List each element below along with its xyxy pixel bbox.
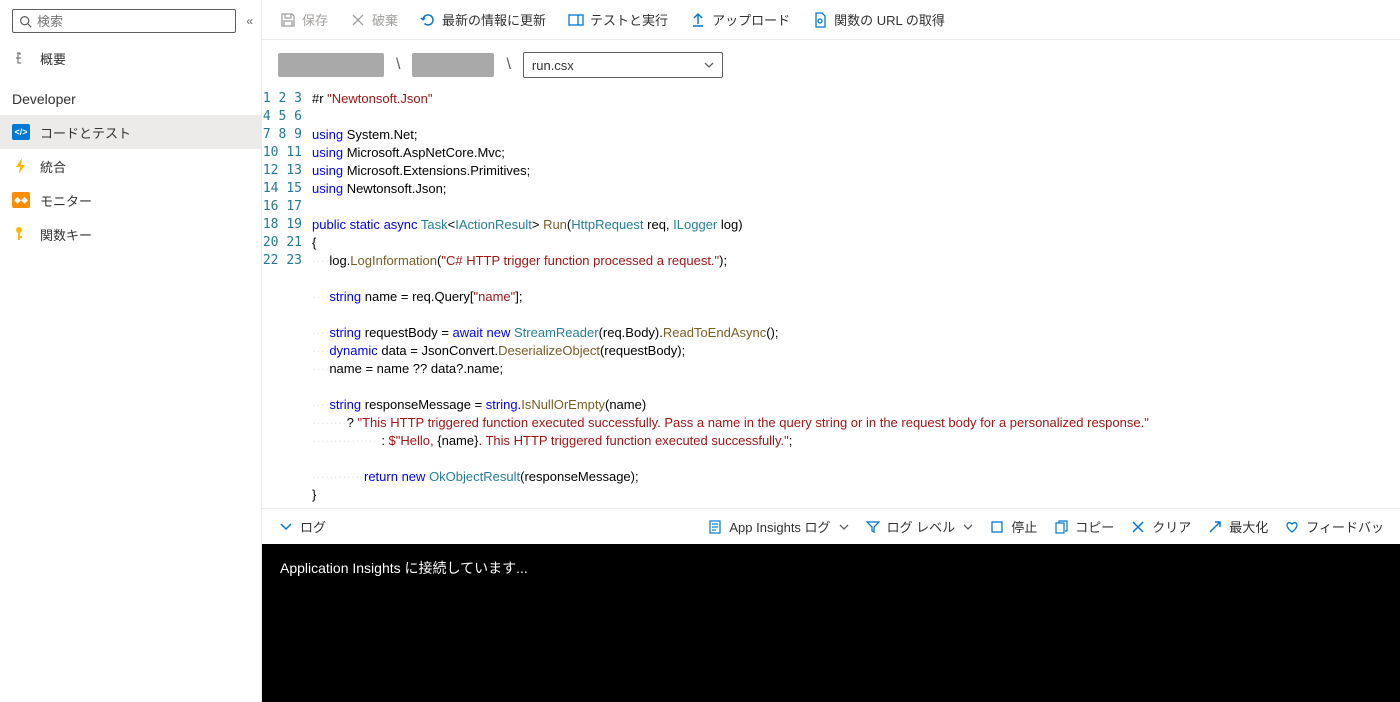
app-insights-log-dropdown[interactable]: App Insights ログ: [701, 513, 854, 540]
toolbar-label: アップロード: [712, 10, 790, 29]
search-box[interactable]: [12, 9, 236, 33]
refresh-icon: [420, 12, 436, 28]
log-btn-label: 最大化: [1229, 517, 1268, 536]
log-level-dropdown[interactable]: ログ レベル: [859, 513, 980, 540]
sidebar-section-developer: Developer: [0, 75, 261, 115]
log-btn-label: 停止: [1011, 517, 1037, 536]
save-button[interactable]: 保存: [272, 6, 336, 33]
code-icon: </>: [12, 123, 30, 141]
log-btn-label: クリア: [1152, 517, 1191, 536]
sidebar-item-function-keys[interactable]: 関数キー: [0, 217, 261, 251]
file-select-dropdown[interactable]: run.csx: [523, 52, 723, 78]
chevron-down-icon: [963, 524, 973, 530]
file-select-value: run.csx: [532, 58, 574, 73]
code-editor[interactable]: 1 2 3 4 5 6 7 8 9 10 11 12 13 14 15 16 1…: [262, 90, 1400, 508]
upload-button[interactable]: アップロード: [682, 6, 798, 33]
panel-icon: [568, 12, 584, 28]
console: Application Insights に接続しています...: [262, 544, 1400, 702]
monitor-icon: ⬥⬥: [12, 191, 30, 209]
upload-icon: [690, 12, 706, 28]
main: 保存 破棄 最新の情報に更新 テストと実行 アップロード: [262, 0, 1400, 702]
sidebar-item-monitor[interactable]: ⬥⬥ モニター: [0, 183, 261, 217]
breadcrumb: \ \ run.csx: [262, 40, 1400, 90]
toolbar-label: 破棄: [372, 10, 398, 29]
url-icon: [812, 12, 828, 28]
breadcrumb-separator: \: [392, 56, 404, 74]
log-bar: ログ App Insights ログ ログ レベル: [262, 508, 1400, 544]
clear-button[interactable]: クリア: [1124, 513, 1197, 540]
sidebar-item-label: コードとテスト: [40, 123, 131, 142]
log-btn-label: フィードバッ: [1306, 517, 1384, 536]
line-gutter: 1 2 3 4 5 6 7 8 9 10 11 12 13 14 15 16 1…: [262, 90, 312, 508]
chevron-down-icon: [278, 519, 294, 535]
log-btn-label: App Insights ログ: [729, 517, 830, 536]
chevron-down-icon: [839, 524, 849, 530]
sidebar-item-code-test[interactable]: </> コードとテスト: [0, 115, 261, 149]
breadcrumb-segment-2[interactable]: [412, 53, 494, 77]
sidebar-item-label: 統合: [40, 157, 66, 176]
maximize-button[interactable]: 最大化: [1201, 513, 1274, 540]
stop-button[interactable]: 停止: [983, 513, 1043, 540]
console-text: Application Insights に接続しています...: [280, 560, 528, 576]
test-run-button[interactable]: テストと実行: [560, 6, 676, 33]
function-icon: [12, 49, 30, 67]
close-icon: [350, 12, 366, 28]
toolbar-label: 保存: [302, 10, 328, 29]
toolbar: 保存 破棄 最新の情報に更新 テストと実行 アップロード: [262, 0, 1400, 40]
code-content[interactable]: #r "Newtonsoft.Json" using System.Net;us…: [312, 90, 1400, 508]
sidebar-item-label: モニター: [40, 191, 92, 210]
breadcrumb-separator: \: [502, 56, 514, 74]
key-icon: [12, 225, 30, 243]
toolbar-label: 最新の情報に更新: [442, 10, 546, 29]
filter-icon: [865, 519, 881, 535]
refresh-button[interactable]: 最新の情報に更新: [412, 6, 554, 33]
sidebar-collapse-button[interactable]: «: [246, 14, 253, 28]
sidebar-item-label: 関数キー: [40, 225, 92, 244]
get-url-button[interactable]: 関数の URL の取得: [804, 6, 953, 33]
copy-button[interactable]: コピー: [1047, 513, 1120, 540]
sidebar-item-label: 概要: [40, 49, 66, 68]
maximize-icon: [1207, 519, 1223, 535]
search-input[interactable]: [37, 14, 229, 29]
toolbar-label: 関数の URL の取得: [834, 10, 945, 29]
lightning-icon: [12, 157, 30, 175]
search-icon: [19, 15, 32, 28]
stop-icon: [989, 519, 1005, 535]
save-icon: [280, 12, 296, 28]
heart-icon: [1284, 519, 1300, 535]
close-icon: [1130, 519, 1146, 535]
log-label: ログ: [300, 517, 326, 536]
toolbar-label: テストと実行: [590, 10, 668, 29]
document-icon: [707, 519, 723, 535]
breadcrumb-segment-1[interactable]: [278, 53, 384, 77]
sidebar: « 概要 Developer </> コードとテスト 統合 ⬥⬥ モニター 関数…: [0, 0, 262, 702]
sidebar-item-overview[interactable]: 概要: [0, 41, 261, 75]
feedback-button[interactable]: フィードバッ: [1278, 513, 1390, 540]
sidebar-item-integration[interactable]: 統合: [0, 149, 261, 183]
log-btn-label: コピー: [1075, 517, 1114, 536]
chevron-down-icon: [704, 62, 714, 68]
log-btn-label: ログ レベル: [887, 517, 956, 536]
log-toggle-button[interactable]: ログ: [272, 513, 332, 540]
discard-button[interactable]: 破棄: [342, 6, 406, 33]
search-row: «: [0, 9, 261, 41]
copy-icon: [1053, 519, 1069, 535]
